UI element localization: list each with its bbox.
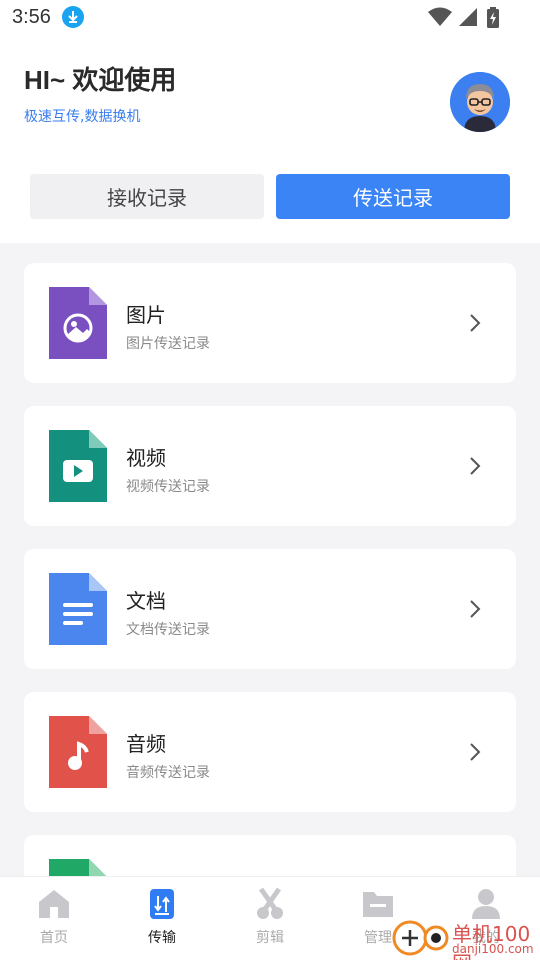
header-panel: 3:56 HI~ 欢迎使用 极速互传,数据换机 接收记录 传送记录 [0,0,540,243]
scissors-icon [257,887,283,919]
record-card-subtitle: 视频传送记录 [126,479,210,495]
document-file-icon [49,573,107,645]
record-card-title: 音频 [126,732,166,756]
record-card-title: 文档 [126,589,166,613]
record-card-videos[interactable]: 视频 视频传送记录 [24,406,516,526]
record-card-audio[interactable]: 音频 音频传送记录 [24,692,516,812]
status-time: 3:56 [12,6,51,28]
cell-signal-icon [459,8,477,26]
record-list: 图片 图片传送记录 视频 视频传送记录 文档 文档传送记录 音频 音频传送记录 [0,243,540,876]
record-card-documents[interactable]: 文档 文档传送记录 [24,549,516,669]
wifi-icon [428,7,452,26]
watermark-url: danji100.com [452,942,534,956]
app-file-icon [49,859,106,876]
image-file-icon [49,287,107,359]
record-card-subtitle: 图片传送记录 [126,336,210,352]
chevron-right-icon [470,743,481,761]
greeting-title: HI~ 欢迎使用 [24,65,177,95]
record-card-apps[interactable]: 应用 [24,835,516,876]
transfer-icon [150,889,174,919]
nav-label: 传输 [148,930,176,946]
record-tabs: 接收记录 传送记录 [30,174,510,219]
chevron-right-icon [470,314,481,332]
download-notification-icon [62,6,84,28]
avatar[interactable] [450,72,510,132]
record-card-title: 图片 [126,303,166,327]
audio-file-icon [49,716,107,788]
video-file-icon [49,430,107,502]
battery-charging-icon [487,7,499,28]
nav-label: 剪辑 [256,930,284,946]
nav-label: 首页 [40,930,68,946]
chevron-right-icon [470,600,481,618]
tab-receive-records-label: 接收记录 [107,186,187,210]
tab-send-records-label: 传送记录 [353,186,433,210]
home-icon [39,890,69,918]
greeting-subtitle: 极速互传,数据换机 [24,109,141,125]
chevron-right-icon [470,457,481,475]
folder-icon [363,892,393,917]
status-bar: 3:56 [0,0,540,36]
tab-receive-records[interactable]: 接收记录 [30,174,264,219]
nav-transfer[interactable]: 传输 [108,887,216,957]
record-card-subtitle: 音频传送记录 [126,765,210,781]
record-card-title: 视频 [126,446,166,470]
watermark-logo-icon [392,920,449,956]
record-card-images[interactable]: 图片 图片传送记录 [24,263,516,383]
nav-home[interactable]: 首页 [0,887,108,957]
site-watermark: 单机100网 danji100.com [392,912,540,960]
record-card-subtitle: 文档传送记录 [126,622,210,638]
nav-edit[interactable]: 剪辑 [216,887,324,957]
tab-send-records[interactable]: 传送记录 [276,174,510,219]
